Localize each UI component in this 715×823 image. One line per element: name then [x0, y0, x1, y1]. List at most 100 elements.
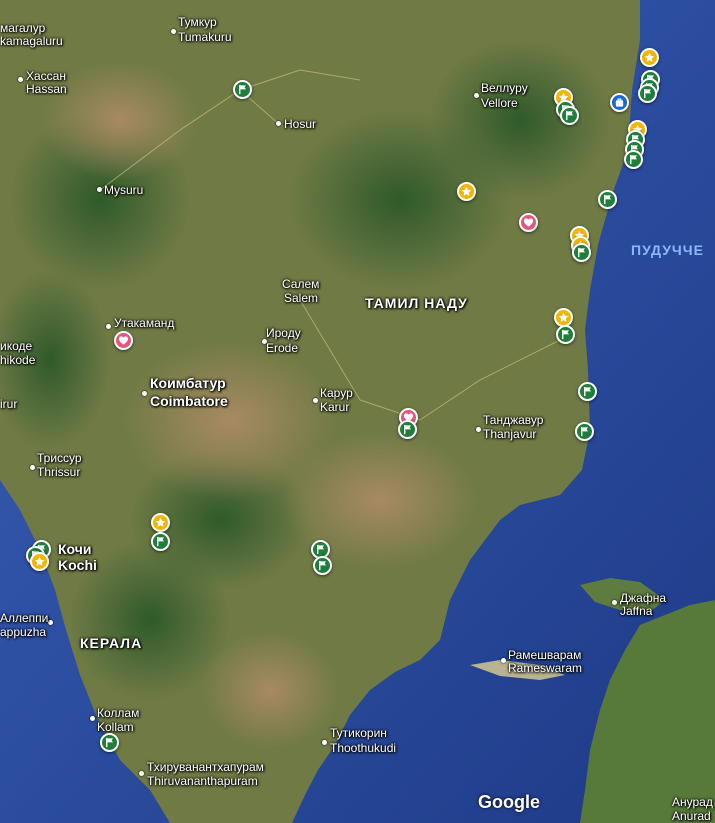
label-tumkur-en: Tumakuru: [178, 30, 232, 44]
label-thrissur-ru: Триссур: [37, 451, 82, 465]
label-tuticorin-en: Thoothukudi: [330, 741, 397, 755]
city-dot: [139, 771, 144, 776]
label-trivandrum-ru: Тхируванантхапурам: [147, 760, 264, 774]
map-pin-flag[interactable]: [398, 420, 417, 439]
city-dot: [474, 93, 479, 98]
label-jaffna-en: Jaffna: [620, 604, 653, 618]
city-dot: [30, 465, 35, 470]
map-pin-flag[interactable]: [578, 382, 597, 401]
label-coimbatore-ru: Коимбатур: [150, 375, 226, 391]
map-pin-flag[interactable]: [624, 150, 643, 169]
flag-icon: [578, 247, 585, 258]
map-pin-star[interactable]: [30, 552, 49, 571]
map-pin-bag[interactable]: [610, 93, 629, 112]
map-pin-flag[interactable]: [598, 190, 617, 209]
label-rameswaram-en: Rameswaram: [508, 661, 583, 675]
google-logo: Google: [478, 792, 540, 812]
flag-icon: [106, 737, 113, 748]
flag-icon: [584, 386, 591, 397]
flag-icon: [630, 154, 637, 165]
city-dot: [501, 658, 506, 663]
map-pin-heart[interactable]: [519, 213, 538, 232]
label-thanjavur-ru: Танджавур: [483, 413, 544, 427]
label-tumkur-ru: Тумкур: [178, 15, 217, 29]
label-kollam-ru: Коллам: [97, 706, 140, 720]
flag-icon: [566, 110, 573, 121]
map-pin-flag[interactable]: [638, 84, 657, 103]
city-dot: [90, 716, 95, 721]
label-erode-en: Erode: [266, 341, 299, 355]
map-pin-flag[interactable]: [233, 80, 252, 99]
map-pin-flag[interactable]: [313, 556, 332, 575]
satellite-terrain: [0, 0, 715, 823]
map-pin-flag[interactable]: [575, 422, 594, 441]
city-dot: [97, 187, 102, 192]
city-dot: [322, 740, 327, 745]
city-dot: [142, 391, 147, 396]
map-pin-flag[interactable]: [151, 532, 170, 551]
map-pin-star[interactable]: [457, 182, 476, 201]
map-pin-flag[interactable]: [572, 243, 591, 262]
flag-icon: [562, 329, 569, 340]
label-hosur: Hosur: [284, 117, 317, 131]
star-icon: [155, 517, 166, 527]
label-ooty-ru: Утакаманд: [114, 316, 175, 330]
map-pin-flag[interactable]: [100, 733, 119, 752]
label-karur-ru: Карур: [320, 386, 353, 400]
city-dot: [18, 77, 23, 82]
label-erode-ru: Ироду: [266, 326, 301, 340]
label-puducherry: ПУДУЧЧЕ: [631, 242, 704, 258]
map-pin-heart[interactable]: [114, 331, 133, 350]
label-alleppey-ru: Аллеппи: [0, 611, 49, 625]
star-icon: [34, 556, 45, 566]
label-mysuru: Mysuru: [104, 183, 144, 197]
label-tirur: irur: [0, 397, 18, 411]
map-pin-flag[interactable]: [560, 106, 579, 125]
label-bengaluru-en: kamagaluru: [0, 34, 63, 48]
map-pin-flag[interactable]: [556, 325, 575, 344]
star-icon: [558, 312, 569, 322]
city-dot: [171, 29, 176, 34]
map-view[interactable]: магалур kamagaluru Тумкур Tumakuru Хасса…: [0, 0, 715, 823]
label-hassan-en: Hassan: [26, 82, 67, 96]
bag-icon: [615, 98, 624, 107]
city-dot: [313, 398, 318, 403]
map-pin-star[interactable]: [151, 513, 170, 532]
label-thrissur-en: Thrissur: [37, 465, 81, 479]
star-icon: [644, 52, 655, 62]
city-dot: [48, 620, 53, 625]
label-tamil-nadu: ТАМИЛ НАДУ: [365, 295, 468, 311]
city-dot: [476, 427, 481, 432]
flag-icon: [404, 424, 411, 435]
label-salem-en: Salem: [284, 291, 319, 305]
city-dot: [612, 600, 617, 605]
label-vellore-en: Vellore: [481, 96, 518, 110]
label-kozhikode-en: hikode: [0, 353, 36, 367]
label-thanjavur-en: Thanjavur: [483, 427, 537, 441]
flag-icon: [581, 426, 588, 437]
label-anuradhapura-ru: Анурад: [672, 795, 713, 809]
label-tuticorin-ru: Тутикорин: [330, 726, 387, 740]
label-kochi-en: Kochi: [58, 557, 97, 573]
map-pin-star[interactable]: [640, 48, 659, 67]
flag-icon: [604, 194, 611, 205]
label-alleppey-en: appuzha: [0, 625, 47, 639]
label-salem-ru: Салем: [282, 277, 320, 291]
label-kerala: КЕРАЛА: [80, 635, 143, 651]
label-vellore-ru: Веллуру: [481, 81, 528, 95]
label-kozhikode-ru: икоде: [0, 339, 33, 353]
flag-icon: [644, 88, 651, 99]
heart-icon: [523, 218, 534, 227]
label-coimbatore-en: Coimbatore: [150, 393, 228, 409]
flag-icon: [157, 536, 164, 547]
label-kollam-en: Kollam: [97, 720, 134, 734]
label-anuradhapura-en: Anurad: [672, 809, 711, 823]
label-kochi-ru: Кочи: [58, 541, 92, 557]
city-dot: [106, 324, 111, 329]
city-dot: [276, 121, 281, 126]
label-trivandrum-en: Thiruvananthapuram: [147, 774, 258, 788]
label-karur-en: Karur: [320, 400, 350, 414]
flag-icon: [317, 544, 324, 555]
flag-icon: [239, 84, 246, 95]
flag-icon: [319, 560, 326, 571]
